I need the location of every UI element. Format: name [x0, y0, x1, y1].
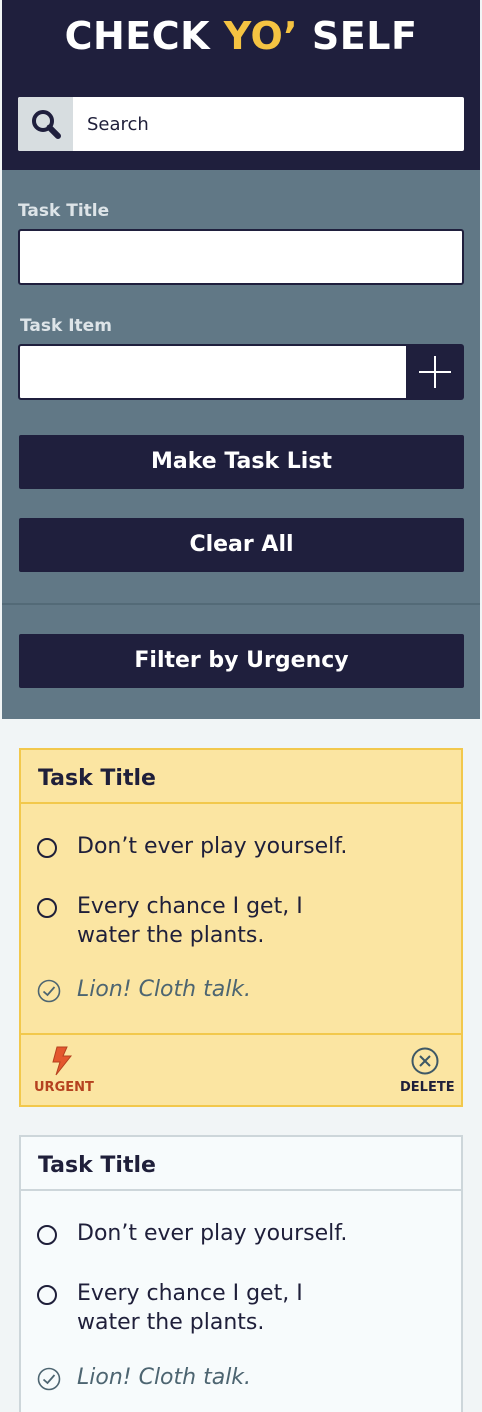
task-form-panel: Task Title Task Item Make Task List Clea… — [2, 170, 480, 719]
divider — [2, 603, 480, 605]
delete-label: DELETE — [400, 1080, 455, 1095]
close-circle-icon — [411, 1047, 439, 1075]
checked-circle-icon[interactable] — [37, 979, 61, 1003]
urgent-button[interactable]: URGENT — [33, 1044, 94, 1100]
header: CHECK YO’ SELF — [2, 0, 480, 170]
divider — [21, 1033, 461, 1035]
search-button[interactable] — [18, 97, 73, 151]
task-item-text: Don’t ever play yourself. — [77, 834, 348, 859]
unchecked-circle-icon[interactable] — [37, 1285, 57, 1305]
app-title-accent: YO’ — [223, 14, 299, 58]
filter-by-urgency-button[interactable]: Filter by Urgency — [19, 634, 464, 688]
task-title-input[interactable] — [18, 229, 464, 285]
app: CHECK YO’ SELF Task Title Task Item Make… — [2, 0, 480, 1412]
app-title-part-1: CHECK — [64, 14, 224, 58]
urgent-label: URGENT — [34, 1080, 94, 1095]
search-icon — [32, 110, 61, 139]
make-task-list-button[interactable]: Make Task List — [19, 435, 464, 489]
task-item-text: Lion! Cloth talk. — [77, 1365, 252, 1390]
app-title-part-2: SELF — [298, 14, 418, 58]
unchecked-circle-icon[interactable] — [37, 1225, 57, 1245]
task-item-input[interactable] — [18, 344, 408, 400]
task-card: Task Title Don’t ever play yourself. Eve… — [19, 1135, 463, 1412]
search-input[interactable] — [73, 97, 458, 151]
plus-icon — [419, 356, 451, 388]
unchecked-circle-icon[interactable] — [37, 838, 57, 858]
delete-button[interactable]: DELETE — [395, 1044, 459, 1100]
add-task-item-button[interactable] — [406, 344, 464, 400]
search-bar — [18, 97, 464, 151]
task-card-title: Task Title — [38, 766, 156, 791]
divider — [21, 1189, 461, 1191]
task-item-text: Lion! Cloth talk. — [77, 977, 252, 1002]
task-item-text: Every chance I get, I water the plants. — [77, 894, 303, 948]
unchecked-circle-icon[interactable] — [37, 898, 57, 918]
task-card: Task Title Don’t ever play yourself. Eve… — [19, 748, 463, 1107]
divider — [21, 802, 461, 804]
task-item-text: Every chance I get, I water the plants. — [77, 1281, 303, 1335]
lightning-icon — [52, 1046, 73, 1076]
task-item-text: Don’t ever play yourself. — [77, 1221, 348, 1246]
task-title-label: Task Title — [18, 201, 110, 221]
task-card-title: Task Title — [38, 1153, 156, 1178]
clear-all-button[interactable]: Clear All — [19, 518, 464, 572]
app-title: CHECK YO’ SELF — [2, 14, 480, 58]
checked-circle-icon[interactable] — [37, 1367, 61, 1391]
task-item-label: Task Item — [20, 316, 112, 336]
